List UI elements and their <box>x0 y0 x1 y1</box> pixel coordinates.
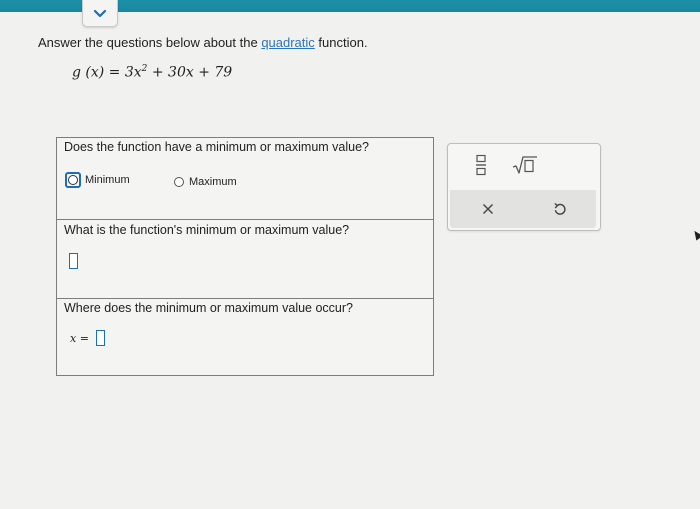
radio-maximum-label: Maximum <box>189 176 237 188</box>
undo-button[interactable] <box>548 197 572 221</box>
value-answer-input[interactable] <box>69 253 78 269</box>
chevron-down-icon <box>93 9 107 17</box>
prompt-after: function. <box>314 35 368 50</box>
question-value: What is the function's minimum or maximu… <box>57 220 433 299</box>
prompt-before: Answer the questions below about the <box>38 35 262 50</box>
sqrt-button[interactable] <box>508 152 542 178</box>
fraction-button[interactable] <box>468 150 494 180</box>
close-icon <box>483 204 493 214</box>
x-answer-input[interactable] <box>96 330 105 346</box>
question-3-text: Where does the minimum or maximum value … <box>64 301 353 315</box>
radio-minimum-circle[interactable] <box>68 175 78 185</box>
question-panel: Does the function have a minimum or maxi… <box>56 137 434 376</box>
function-equation: g (x) = 3x2 + 30x + 79 <box>72 64 232 81</box>
question-2-text: What is the function's minimum or maximu… <box>64 223 350 237</box>
radio-minimum[interactable]: Minimum <box>65 172 130 188</box>
toolbar-actions <box>450 190 596 228</box>
collapse-tab[interactable] <box>82 0 118 27</box>
x-equals-label: x = <box>70 332 89 345</box>
radio-maximum[interactable]: Maximum <box>174 176 237 188</box>
prompt-text: Answer the questions below about the qua… <box>38 35 368 50</box>
question-location: Where does the minimum or maximum value … <box>57 299 433 375</box>
quadratic-link[interactable]: quadratic <box>261 35 314 50</box>
mouse-cursor <box>691 228 700 241</box>
radio-focus-ring <box>65 172 81 188</box>
fraction-icon <box>476 154 486 176</box>
clear-button[interactable] <box>476 197 500 221</box>
radio-minimum-label: Minimum <box>85 174 130 186</box>
equation-lhs: g (x) = 3x <box>72 64 142 81</box>
question-min-max: Does the function have a minimum or maxi… <box>57 138 433 220</box>
math-toolbar <box>447 143 601 231</box>
equation-rhs: + 30x + 79 <box>147 64 233 81</box>
square-root-icon <box>512 156 537 174</box>
undo-icon <box>554 202 566 215</box>
question-1-text: Does the function have a minimum or maxi… <box>64 140 369 154</box>
radio-maximum-circle[interactable] <box>174 177 184 187</box>
